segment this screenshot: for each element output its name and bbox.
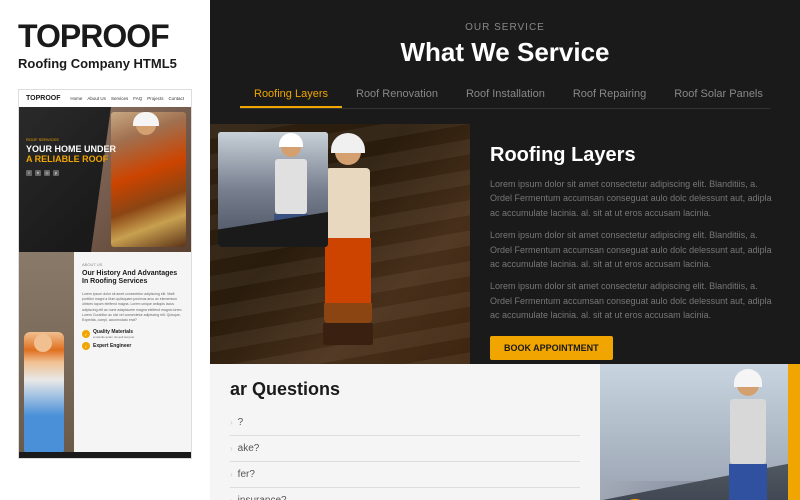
question-arrow-4: › bbox=[230, 496, 233, 500]
twitter-icon: ✕ bbox=[35, 170, 41, 176]
bottom-roofer-image: ▶ bbox=[600, 364, 800, 500]
tab-roof-repairing[interactable]: Roof Repairing bbox=[559, 82, 660, 108]
brand-subtitle: Roofing Company HTML5 bbox=[18, 56, 192, 71]
service-tabs: Roofing Layers Roof Renovation Roof Inst… bbox=[240, 82, 770, 109]
mini-social-icons: f ✕ ◎ p bbox=[26, 170, 116, 176]
mini-feature-1: ✓ Quality Materials et iaculis quam nis … bbox=[82, 329, 183, 339]
left-panel: TOPROOF Roofing Company HTML5 TOPROOF Ho… bbox=[0, 0, 210, 500]
mini-hero-label: ROOF SERVICES bbox=[26, 137, 116, 142]
mini-about-image bbox=[19, 252, 74, 452]
tab-roofing-layers[interactable]: Roofing Layers bbox=[240, 82, 342, 108]
feature-2-title: Expert Engineer bbox=[93, 343, 131, 349]
mini-about-body: Lorem ipsum dolor sit amet consectetur a… bbox=[82, 292, 183, 324]
service-image bbox=[210, 124, 470, 364]
service-para-2: Lorem ipsum dolor sit amet consectetur a… bbox=[490, 228, 780, 271]
questions-title: ar Questions bbox=[230, 379, 580, 400]
service-content: Roofing Layers Lorem ipsum dolor sit ame… bbox=[210, 124, 800, 364]
mini-about-title: Our History And Advantages In Roofing Se… bbox=[82, 270, 183, 287]
service-text: Roofing Layers Lorem ipsum dolor sit ame… bbox=[470, 124, 800, 364]
service-thumbnail bbox=[218, 132, 328, 247]
question-arrow-3: › bbox=[230, 470, 233, 479]
question-arrow-1: › bbox=[230, 418, 233, 427]
question-arrow-2: › bbox=[230, 444, 233, 453]
mini-feature-2: ✓ Expert Engineer bbox=[82, 342, 183, 350]
bottom-image-bg: ▶ bbox=[600, 364, 800, 500]
service-content-title: Roofing Layers bbox=[490, 144, 780, 167]
mini-about: ABOUT US Our History And Advantages In R… bbox=[74, 252, 191, 452]
book-appointment-button[interactable]: Book Appointment bbox=[490, 336, 613, 360]
service-para-1: Lorem ipsum dolor sit amet consectetur a… bbox=[490, 177, 780, 220]
right-panel: OUR SERVICE What We Service Roofing Laye… bbox=[210, 0, 800, 500]
mini-hero: ROOF SERVICES YOUR HOME UNDER A RELIABLE… bbox=[19, 107, 191, 252]
mini-hero-text: ROOF SERVICES YOUR HOME UNDER A RELIABLE… bbox=[26, 137, 116, 176]
mini-hero-headline: YOUR HOME UNDER A RELIABLE ROOF bbox=[26, 145, 116, 165]
bottom-section: ar Questions › ? › ake? › fer? › insuran… bbox=[210, 364, 800, 500]
service-section: OUR SERVICE What We Service Roofing Laye… bbox=[210, 0, 800, 124]
question-3[interactable]: › fer? bbox=[230, 462, 580, 488]
check-icon-1: ✓ bbox=[82, 330, 90, 338]
pinterest-icon: p bbox=[53, 170, 59, 176]
mini-nav-brand: TOPROOF bbox=[26, 95, 60, 102]
yellow-bar bbox=[788, 364, 800, 500]
instagram-icon: ◎ bbox=[44, 170, 50, 176]
questions-section: ar Questions › ? › ake? › fer? › insuran… bbox=[210, 364, 600, 500]
mini-about-label: ABOUT US bbox=[82, 262, 183, 267]
tab-roof-renovation[interactable]: Roof Renovation bbox=[342, 82, 452, 108]
mini-nav: TOPROOF Home About Us Services FAQ Proje… bbox=[19, 90, 191, 107]
mini-about-person bbox=[24, 332, 64, 452]
service-para-3: Lorem ipsum dolor sit amet consectetur a… bbox=[490, 279, 780, 322]
mini-nav-links: Home About Us Services FAQ Projects Cont… bbox=[70, 96, 184, 101]
question-1[interactable]: › ? bbox=[230, 410, 580, 436]
check-icon-2: ✓ bbox=[82, 342, 90, 350]
tab-roof-solar-panels[interactable]: Roof Solar Panels bbox=[660, 82, 777, 108]
brand-title: TOPROOF bbox=[18, 20, 192, 52]
service-title: What We Service bbox=[240, 37, 770, 68]
hero-roofer-image bbox=[111, 112, 186, 247]
question-2[interactable]: › ake? bbox=[230, 436, 580, 462]
feature-1-desc: et iaculis quam nis quit tempus. bbox=[93, 335, 135, 339]
facebook-icon: f bbox=[26, 170, 32, 176]
tab-roof-installation[interactable]: Roof Installation bbox=[452, 82, 559, 108]
bottom-roofer-figure bbox=[710, 374, 785, 500]
service-image-bg bbox=[210, 124, 470, 364]
service-label: OUR SERVICE bbox=[240, 22, 770, 33]
mini-site-preview: TOPROOF Home About Us Services FAQ Proje… bbox=[18, 89, 192, 459]
question-4[interactable]: › insurance? bbox=[230, 488, 580, 500]
mini-bottom: ABOUT US Our History And Advantages In R… bbox=[19, 252, 191, 452]
